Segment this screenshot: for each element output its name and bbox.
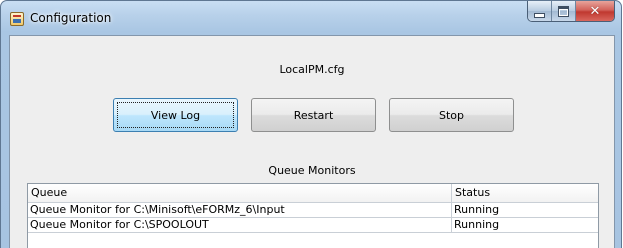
table-header: Queue Status bbox=[28, 184, 598, 203]
stop-button[interactable]: Stop bbox=[389, 98, 514, 132]
title-bar[interactable]: Configuration ✕ bbox=[1, 1, 621, 35]
table-row[interactable]: Queue Monitor for C:\Minisoft\eFORMz_6\I… bbox=[28, 203, 598, 218]
maximize-icon bbox=[558, 5, 569, 17]
restart-button[interactable]: Restart bbox=[251, 98, 376, 132]
close-icon: ✕ bbox=[589, 3, 601, 19]
view-log-label: View Log bbox=[150, 108, 201, 122]
status-cell: Running bbox=[454, 203, 500, 216]
client-area: LocalPM.cfg View Log Restart Stop Queue … bbox=[9, 35, 615, 248]
view-log-button[interactable]: View Log bbox=[113, 98, 238, 132]
stop-label: Stop bbox=[438, 108, 464, 122]
minimize-button[interactable] bbox=[528, 1, 552, 21]
window-title: Configuration bbox=[30, 11, 112, 25]
close-button[interactable]: ✕ bbox=[576, 1, 614, 21]
maximize-button[interactable] bbox=[552, 1, 576, 21]
status-cell: Running bbox=[454, 218, 500, 231]
restart-label: Restart bbox=[293, 108, 334, 122]
queue-cell: Queue Monitor for C:\Minisoft\eFORMz_6\I… bbox=[28, 203, 452, 217]
config-file-label: LocalPM.cfg bbox=[279, 63, 345, 76]
queue-monitors-title: Queue Monitors bbox=[268, 164, 356, 177]
queue-cell: Queue Monitor for C:\SPOOLOUT bbox=[28, 218, 452, 232]
minimize-icon bbox=[534, 12, 545, 18]
configuration-window: Configuration ✕ LocalPM.cfg View Log Res… bbox=[0, 0, 622, 248]
table-row[interactable]: Queue Monitor for C:\SPOOLOUT Running bbox=[28, 218, 598, 233]
queue-monitors-table: Queue Status Queue Monitor for C:\Miniso… bbox=[27, 183, 599, 248]
java-app-icon bbox=[10, 12, 24, 26]
column-header-status[interactable]: Status bbox=[452, 184, 598, 202]
window-controls: ✕ bbox=[527, 1, 615, 22]
column-header-queue[interactable]: Queue bbox=[28, 184, 452, 202]
